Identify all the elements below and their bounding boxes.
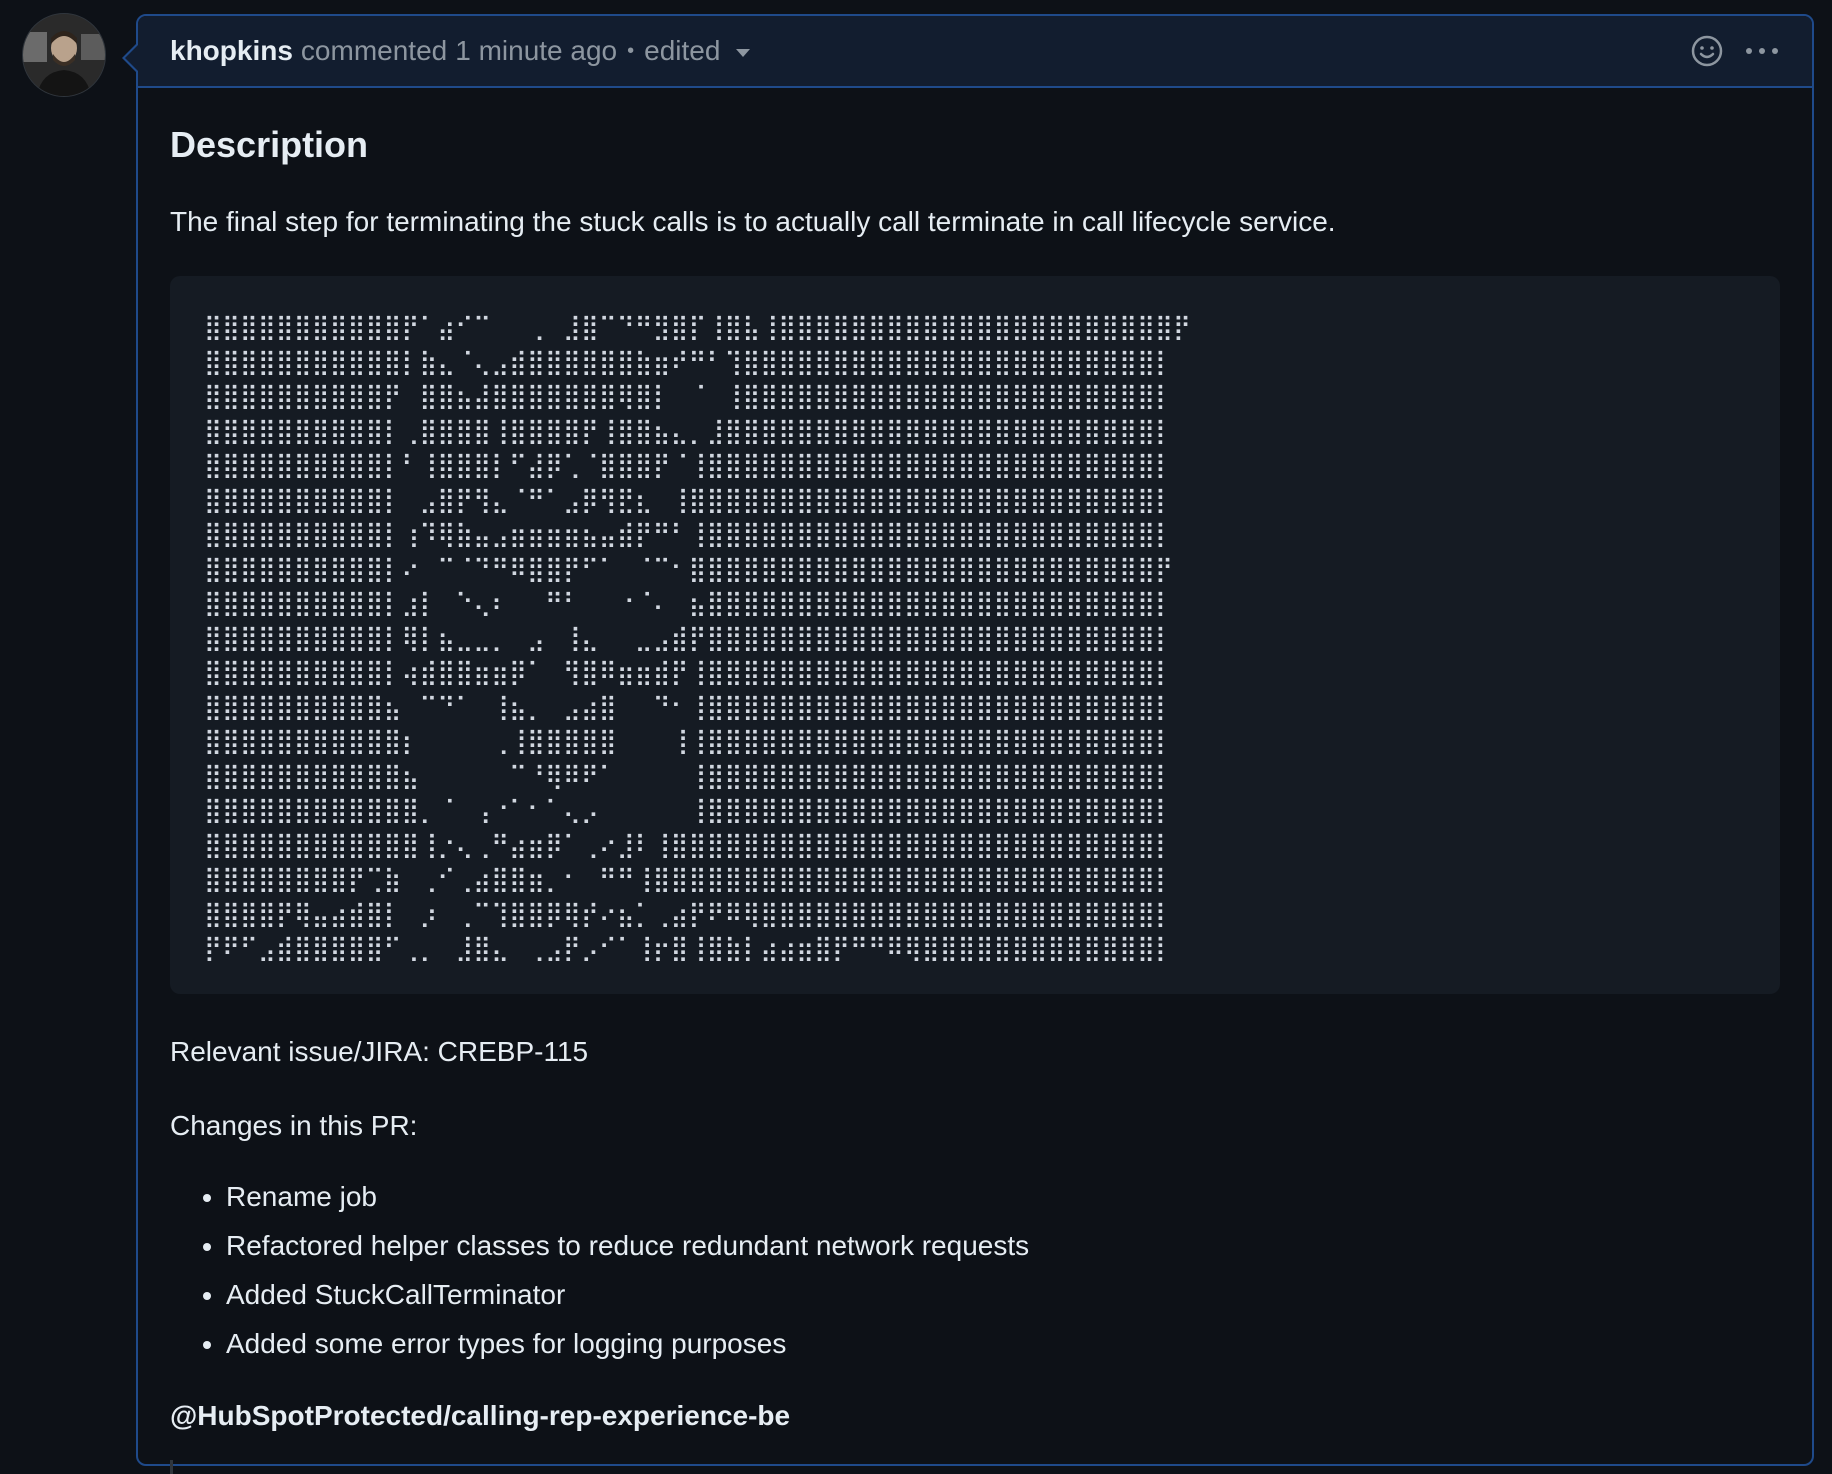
edited-dropdown[interactable]: edited [644, 35, 751, 67]
separator-dot: • [627, 39, 635, 62]
team-mention[interactable]: @HubSpotProtected/calling-rep-experience… [170, 1396, 1780, 1436]
description-heading: Description [170, 124, 369, 165]
list-item: Refactored helper classes to reduce redu… [226, 1221, 1780, 1270]
smiley-icon [1691, 35, 1723, 67]
relevant-issue: Relevant issue/JIRA: CREBP-115 [170, 1036, 589, 1067]
avatar-photo [23, 14, 105, 96]
list-item: Added StuckCallTerminator [226, 1270, 1780, 1319]
comment-actions [1690, 34, 1780, 68]
ascii-art: ⣿⣿⣿⣿⣿⣿⣿⣿⣿⣿⣿⡟⠁⣴⠊⠉⠀⠀⢀⠀⣸⣿⠉⠙⠛⣻⣿⡏⢸⣿⣧⢸⣿⣿⣿⣿⣿⣿⣿⣿… [204, 312, 1191, 962]
comment-body: Description The final step for terminati… [138, 88, 1812, 1436]
changes-list: Rename job Refactored helper classes to … [170, 1172, 1780, 1368]
add-reaction-button[interactable] [1690, 34, 1724, 68]
comment-author[interactable]: khopkins [170, 35, 293, 67]
changes-heading: Changes in this PR: [170, 1110, 418, 1141]
comment-box: khopkins commented 1 minute ago • edited [122, 14, 1814, 1466]
list-item: Rename job [226, 1172, 1780, 1221]
code-block: ⣿⣿⣿⣿⣿⣿⣿⣿⣿⣿⣿⡟⠁⣴⠊⠉⠀⠀⢀⠀⣸⣿⠉⠙⠛⣻⣿⡏⢸⣿⣧⢸⣿⣿⣿⣿⣿⣿⣿⣿… [170, 276, 1780, 994]
timeline-line [170, 1460, 173, 1474]
kebab-horizontal-icon [1746, 48, 1778, 54]
comment-header: khopkins commented 1 minute ago • edited [138, 16, 1812, 88]
caret-down-icon [736, 49, 751, 57]
comment-timestamp[interactable]: 1 minute ago [455, 35, 617, 67]
description-text: The final step for terminating the stuck… [170, 206, 1336, 237]
edited-label: edited [644, 35, 721, 66]
more-options-button[interactable] [1744, 45, 1780, 57]
list-item: Added some error types for logging purpo… [226, 1319, 1780, 1368]
avatar[interactable] [22, 13, 106, 97]
comment-action: commented [300, 35, 448, 66]
